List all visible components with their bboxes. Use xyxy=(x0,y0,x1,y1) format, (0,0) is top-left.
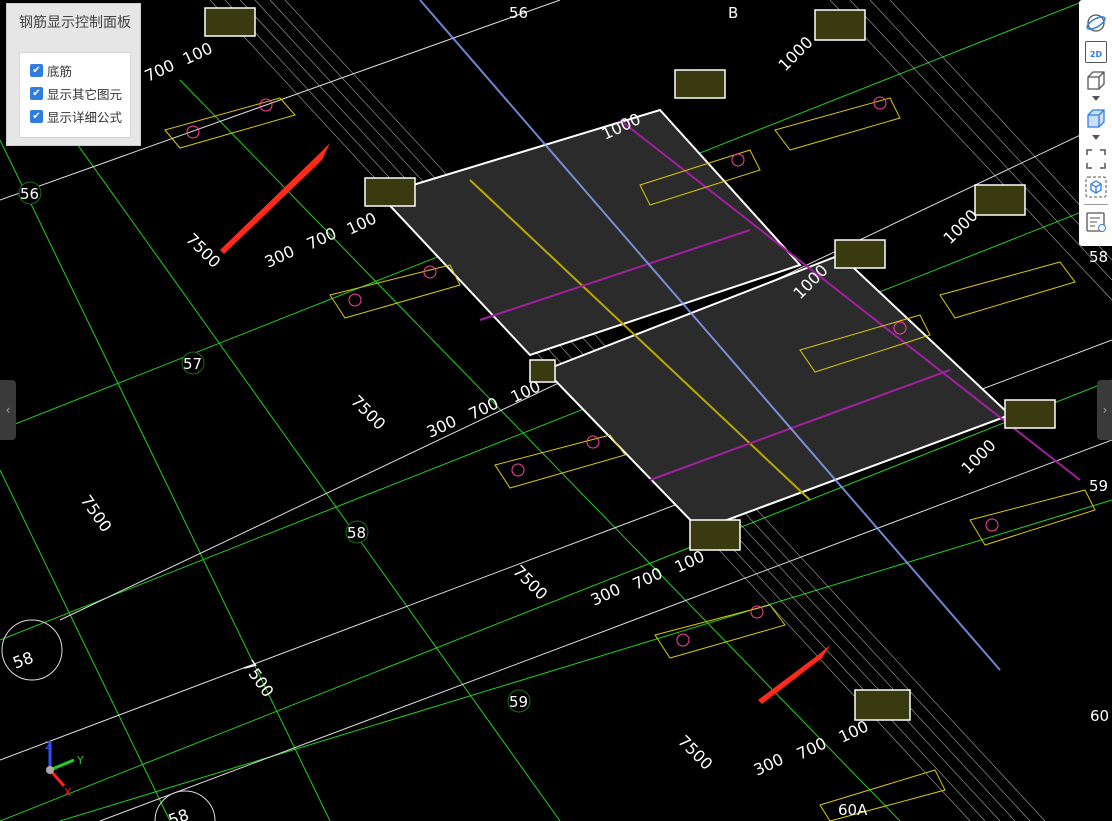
cube-outline-icon[interactable] xyxy=(1085,70,1107,92)
panel-options: ✔ 底筋 ✔ 显示其它图元 ✔ 显示详细公式 xyxy=(19,52,131,138)
axis-label: 59 xyxy=(509,693,528,711)
svg-text:7500: 7500 xyxy=(182,229,224,271)
axis-label: 58 xyxy=(1089,248,1108,266)
circle-axis-label: 58 xyxy=(10,648,36,673)
svg-text:X: X xyxy=(64,786,72,799)
svg-text:100: 100 xyxy=(180,38,216,68)
dropdown-arrow-icon[interactable] xyxy=(1092,96,1100,102)
svg-text:7500: 7500 xyxy=(674,731,716,773)
svg-text:700: 700 xyxy=(794,733,830,763)
checkbox-checked-icon[interactable]: ✔ xyxy=(30,87,43,100)
svg-text:300: 300 xyxy=(424,411,460,441)
axis-label: B xyxy=(728,4,738,22)
cube-solid-icon[interactable] xyxy=(1085,108,1107,130)
svg-text:300: 300 xyxy=(751,749,787,779)
checkbox-checked-icon[interactable]: ✔ xyxy=(30,110,43,123)
svg-text:Y: Y xyxy=(76,754,84,767)
panel-title: 钢筋显示控制面板 xyxy=(19,15,131,31)
option-show-other-elements[interactable]: ✔ 显示其它图元 xyxy=(30,82,130,105)
axis-label: 58 xyxy=(347,524,366,542)
axis-label: 59 xyxy=(1089,477,1108,495)
svg-text:100: 100 xyxy=(344,208,380,238)
svg-text:Z: Z xyxy=(45,739,53,752)
view-toolbar: 2D xyxy=(1079,0,1112,246)
slab[interactable] xyxy=(378,0,1081,671)
toolbar-divider xyxy=(1084,204,1108,205)
fit-extent-icon[interactable] xyxy=(1085,148,1107,170)
svg-text:100: 100 xyxy=(672,546,708,576)
svg-text:100: 100 xyxy=(836,716,872,746)
circle-axis-label: 58 xyxy=(166,805,192,821)
option-bottom-rebar[interactable]: ✔ 底筋 xyxy=(30,59,130,82)
properties-panel-icon[interactable] xyxy=(1085,211,1107,233)
axis-label: 60 xyxy=(1090,707,1109,725)
svg-text:700: 700 xyxy=(630,563,666,593)
option-show-detailed-formula[interactable]: ✔ 显示详细公式 xyxy=(30,105,130,128)
axis-label: 56 xyxy=(20,185,39,203)
svg-text:700: 700 xyxy=(142,55,178,85)
svg-text:300: 300 xyxy=(588,579,624,609)
view-cube-icon[interactable] xyxy=(1085,176,1107,198)
3d-viewport[interactable]: 56 57 58 59 60 B 56 58 59 60A 58 58 7500… xyxy=(0,0,1112,821)
axis-label: 60A xyxy=(838,801,868,819)
left-panel-toggle[interactable]: ‹ xyxy=(0,380,16,440)
svg-text:300: 300 xyxy=(262,241,298,271)
rebar-display-control-panel: 钢筋显示控制面板 ✔ 底筋 ✔ 显示其它图元 ✔ 显示详细公式 xyxy=(6,3,141,146)
svg-text:7500: 7500 xyxy=(239,656,278,700)
dropdown-arrow-icon[interactable] xyxy=(1092,135,1100,141)
svg-text:700: 700 xyxy=(304,223,340,253)
svg-text:1000: 1000 xyxy=(957,436,999,478)
orbit-icon[interactable] xyxy=(1085,12,1107,34)
2d-view-button[interactable]: 2D xyxy=(1085,41,1107,63)
checkbox-checked-icon[interactable]: ✔ xyxy=(30,64,43,77)
axis-label: 56 xyxy=(509,4,528,22)
svg-text:1000: 1000 xyxy=(774,33,816,75)
axis-label: 57 xyxy=(183,355,202,373)
svg-text:7500: 7500 xyxy=(77,491,116,535)
svg-text:7500: 7500 xyxy=(347,391,389,433)
svg-text:7500: 7500 xyxy=(509,561,551,603)
right-panel-toggle[interactable]: › xyxy=(1097,380,1112,440)
